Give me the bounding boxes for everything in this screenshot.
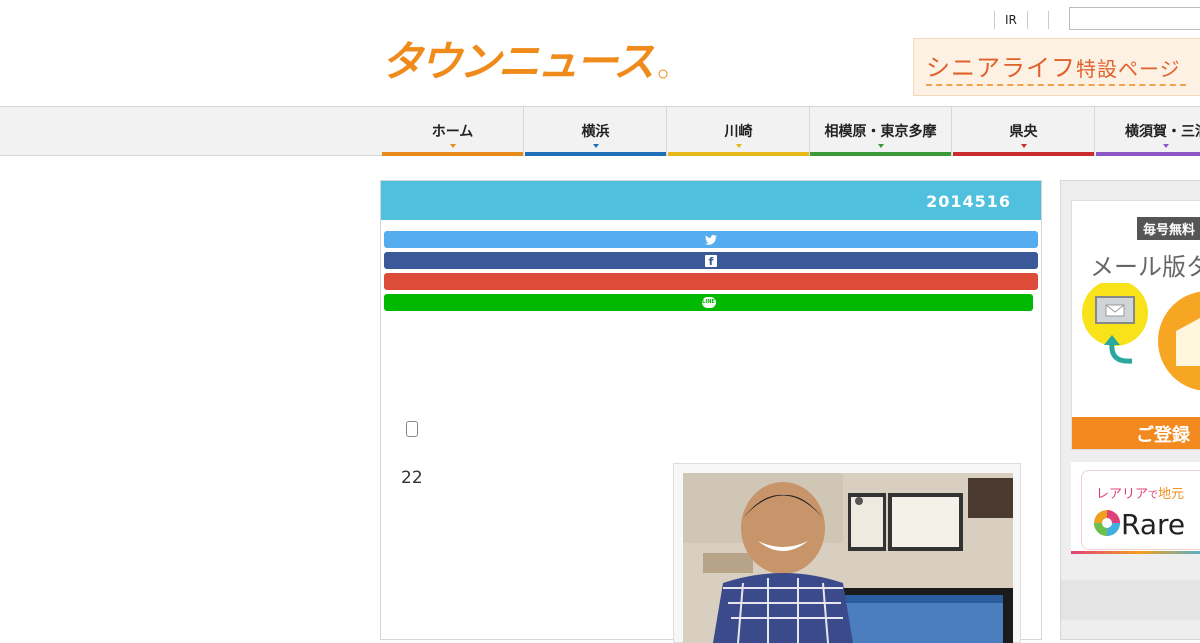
sidebar-section: [1061, 580, 1200, 620]
rarea-brand: Rare: [1121, 508, 1186, 541]
line-icon: LINE: [701, 297, 716, 308]
rarea-tagline-b: で: [1148, 490, 1159, 501]
register-button[interactable]: ご登録: [1072, 417, 1200, 449]
rarea-tagline-c: 地元: [1158, 487, 1185, 502]
nav-label: 横須賀・三浦: [1125, 124, 1200, 140]
nav-item-sagamihara-tama[interactable]: 相模原・東京多摩: [810, 107, 952, 156]
site-logo[interactable]: タウンニュース: [381, 34, 671, 82]
nav-item-home[interactable]: ホーム: [382, 107, 524, 156]
article-date: 2014516: [926, 192, 1011, 211]
nav-item-kawasaki[interactable]: 川崎: [668, 107, 810, 156]
computer-mail-icon: [1082, 283, 1148, 364]
logo-text: タウンニュース: [381, 37, 655, 82]
rarea-tagline-a: レアリア: [1096, 487, 1149, 502]
facebook-share-button[interactable]: f: [384, 252, 1038, 269]
nav-item-kenou[interactable]: 県央: [953, 107, 1095, 156]
envelope-icon: [1158, 291, 1200, 391]
nav-label: 横浜: [581, 124, 610, 140]
chevron-down-icon: [1020, 144, 1027, 148]
nav-color-bar: [382, 152, 523, 156]
nav-label: ホーム: [431, 124, 474, 140]
chevron-down-icon: [1163, 144, 1169, 148]
article-number: 22: [401, 468, 423, 488]
chevron-down-icon: [877, 144, 884, 148]
senior-banner-sub: 特設ページ: [1076, 57, 1181, 81]
banner-underline: [926, 84, 1186, 86]
nav-label: 県央: [1009, 124, 1038, 140]
twitter-icon: [705, 234, 717, 245]
rarea-logo-icon: [1094, 510, 1120, 536]
nav-color-bar: [953, 152, 1094, 156]
nav-item-yokosuka-miura[interactable]: 横須賀・三浦: [1096, 107, 1200, 156]
register-label: ご登録: [1136, 425, 1190, 446]
rarea-ad[interactable]: レアリアで地元 Rare: [1071, 462, 1200, 554]
mail-ad-headline: メール版タ: [1090, 253, 1200, 281]
twitter-share-button[interactable]: [384, 231, 1038, 248]
rarea-tagline: レアリアで地元: [1096, 483, 1184, 502]
rarea-gradient-line: [1071, 551, 1200, 554]
ir-link[interactable]: IR: [1005, 13, 1017, 27]
article-photo: [673, 463, 1021, 643]
nav-label: 相模原・東京多摩: [824, 124, 937, 140]
nav-color-bar: [810, 152, 951, 156]
nav-label: 川崎: [724, 124, 753, 140]
senior-life-banner[interactable]: シニアライフ特設ページ: [913, 38, 1200, 96]
mail-magazine-ad[interactable]: 毎号無料 メール版タ ご登録: [1071, 200, 1200, 450]
chevron-down-icon: [592, 144, 599, 148]
chevron-down-icon: [735, 144, 742, 148]
nav-item-yokohama[interactable]: 横浜: [525, 107, 667, 156]
date-header: 2014516: [381, 181, 1041, 220]
senior-banner-main: シニアライフ: [926, 54, 1076, 82]
search-input[interactable]: [1069, 7, 1200, 30]
nav-color-bar: [1096, 152, 1200, 156]
nav-color-bar: [668, 152, 809, 156]
google-plus-share-button[interactable]: [384, 273, 1038, 290]
checkbox[interactable]: [406, 421, 418, 437]
line-share-button[interactable]: LINE: [384, 294, 1033, 311]
free-badge: 毎号無料: [1137, 217, 1200, 240]
article-panel: 2014516 f LINE 22: [380, 180, 1042, 643]
chevron-down-icon: [449, 144, 456, 148]
facebook-icon: f: [705, 254, 717, 268]
nav-color-bar: [525, 152, 666, 156]
